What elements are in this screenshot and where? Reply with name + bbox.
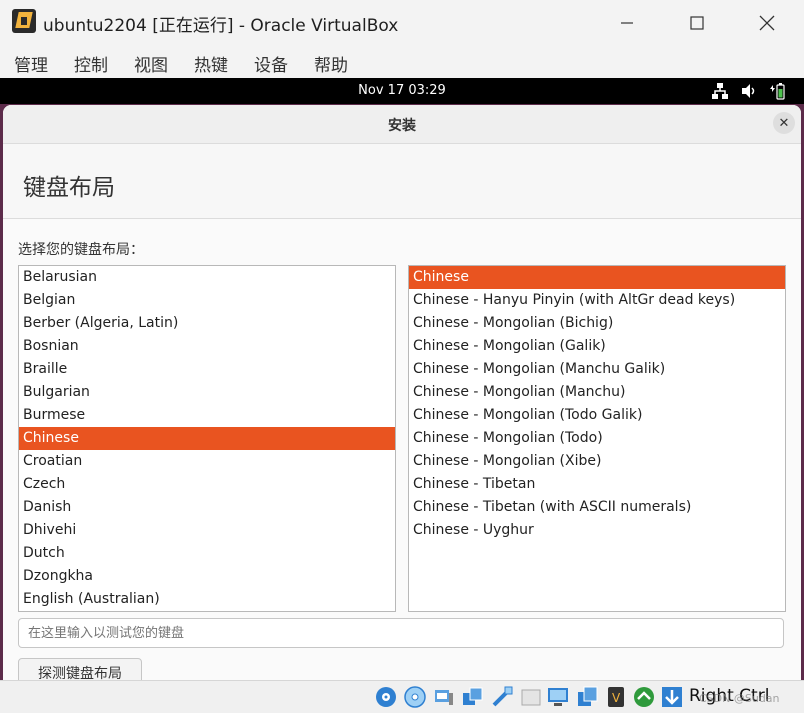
variant-list-item[interactable]: Chinese xyxy=(409,266,785,289)
usb-icon[interactable] xyxy=(490,685,514,709)
menu-hotkeys[interactable]: 热键 xyxy=(194,51,228,76)
volume-icon[interactable] xyxy=(740,82,758,100)
guest-clock[interactable]: Nov 17 03:29 xyxy=(0,83,804,98)
variant-list-item[interactable]: Chinese - Mongolian (Galik) xyxy=(409,335,785,358)
close-icon xyxy=(759,15,775,31)
variant-list-item[interactable]: Chinese - Tibetan (with ASCII numerals) xyxy=(409,496,785,519)
menu-manage[interactable]: 管理 xyxy=(14,51,48,76)
virtualbox-app-icon xyxy=(12,9,36,33)
guest-display[interactable]: Nov 17 03:29 安装 ✕ 键盘布局 选择您的键盘布局： Belarus… xyxy=(0,78,804,680)
layout-list-item[interactable]: Berber (Algeria, Latin) xyxy=(19,312,395,335)
menubar: 管理 控制 视图 热键 设备 帮助 xyxy=(0,46,804,78)
variant-list-item[interactable]: Chinese - Mongolian (Xibe) xyxy=(409,450,785,473)
window-titlebar: ubuntu2204 [正在运行] - Oracle VirtualBox xyxy=(0,0,804,46)
keyboard-test-input[interactable] xyxy=(18,618,784,648)
variant-list-item[interactable]: Chinese - Hanyu Pinyin (with AltGr dead … xyxy=(409,289,785,312)
svg-text:V: V xyxy=(612,691,621,705)
recording-icon[interactable] xyxy=(575,685,599,709)
menu-control[interactable]: 控制 xyxy=(74,51,108,76)
menu-view[interactable]: 视图 xyxy=(134,51,168,76)
layout-list-item[interactable]: Belgian xyxy=(19,289,395,312)
hard-disk-icon[interactable] xyxy=(374,685,398,709)
variant-list-item[interactable]: Chinese - Mongolian (Bichig) xyxy=(409,312,785,335)
menu-devices[interactable]: 设备 xyxy=(254,51,288,76)
layout-list-item[interactable]: Chinese xyxy=(19,427,395,450)
layout-prompt: 选择您的键盘布局： xyxy=(18,242,144,258)
variant-list[interactable]: Chinese Chinese - Hanyu Pinyin (with AltG… xyxy=(408,265,786,612)
maximize-icon xyxy=(690,16,704,30)
variant-list-item[interactable]: Chinese - Mongolian (Manchu) xyxy=(409,381,785,404)
battery-icon[interactable] xyxy=(768,82,786,100)
optical-drive-icon[interactable] xyxy=(403,685,427,709)
layout-list-item[interactable]: Bulgarian xyxy=(19,381,395,404)
layout-list-item[interactable]: Burmese xyxy=(19,404,395,427)
watermark: CSDN @Sudan xyxy=(699,692,780,705)
keyboard-capture-icon[interactable] xyxy=(660,685,684,709)
minimize-button[interactable] xyxy=(598,0,656,46)
layout-list[interactable]: Belarusian Belgian Berber (Algeria, Latin)… xyxy=(18,265,396,612)
close-window-button[interactable] xyxy=(738,0,796,46)
variant-list-item[interactable]: Chinese - Mongolian (Manchu Galik) xyxy=(409,358,785,381)
maximize-button[interactable] xyxy=(668,0,726,46)
layout-list-item[interactable]: Dzongkha xyxy=(19,565,395,588)
variant-list-item[interactable]: Chinese - Uyghur xyxy=(409,519,785,542)
close-icon: ✕ xyxy=(778,115,790,131)
layout-list-item[interactable]: Braille xyxy=(19,358,395,381)
dialog-header: 安装 ✕ xyxy=(3,105,801,144)
display-icon[interactable] xyxy=(546,685,570,709)
virtualization-icon[interactable]: V xyxy=(604,685,628,709)
layout-list-item[interactable]: Croatian xyxy=(19,450,395,473)
detect-layout-button[interactable]: 探测键盘布局 xyxy=(18,658,142,680)
variant-list-item[interactable]: Chinese - Mongolian (Todo) xyxy=(409,427,785,450)
layout-list-item[interactable]: Dhivehi xyxy=(19,519,395,542)
layout-list-item[interactable]: Czech xyxy=(19,473,395,496)
vm-statusbar: V Right Ctrl xyxy=(0,680,804,713)
installer-dialog: 安装 ✕ 键盘布局 选择您的键盘布局： Belarusian Belgian Ber… xyxy=(3,105,801,680)
variant-list-item[interactable]: Chinese - Mongolian (Todo Galik) xyxy=(409,404,785,427)
shared-folders-icon[interactable] xyxy=(519,685,543,709)
mouse-integration-icon[interactable] xyxy=(632,685,656,709)
page-title: 键盘布局 xyxy=(23,175,115,201)
audio-icon[interactable] xyxy=(432,685,456,709)
page-heading: 键盘布局 xyxy=(3,144,801,219)
window-title: ubuntu2204 [正在运行] - Oracle VirtualBox xyxy=(43,16,399,36)
layout-list-item[interactable]: Belarusian xyxy=(19,266,395,289)
dialog-title: 安装 xyxy=(388,118,416,134)
layout-list-item[interactable]: Dutch xyxy=(19,542,395,565)
network-icon[interactable] xyxy=(711,82,729,100)
menu-help[interactable]: 帮助 xyxy=(314,51,348,76)
dialog-close-button[interactable]: ✕ xyxy=(773,112,795,134)
variant-list-item[interactable]: Chinese - Tibetan xyxy=(409,473,785,496)
layout-list-item[interactable]: English (Australian) xyxy=(19,588,395,611)
guest-topbar: Nov 17 03:29 xyxy=(0,78,804,104)
minimize-icon xyxy=(621,22,633,24)
network-adapter-icon[interactable] xyxy=(461,685,485,709)
layout-list-item[interactable]: Danish xyxy=(19,496,395,519)
layout-list-item[interactable]: Bosnian xyxy=(19,335,395,358)
